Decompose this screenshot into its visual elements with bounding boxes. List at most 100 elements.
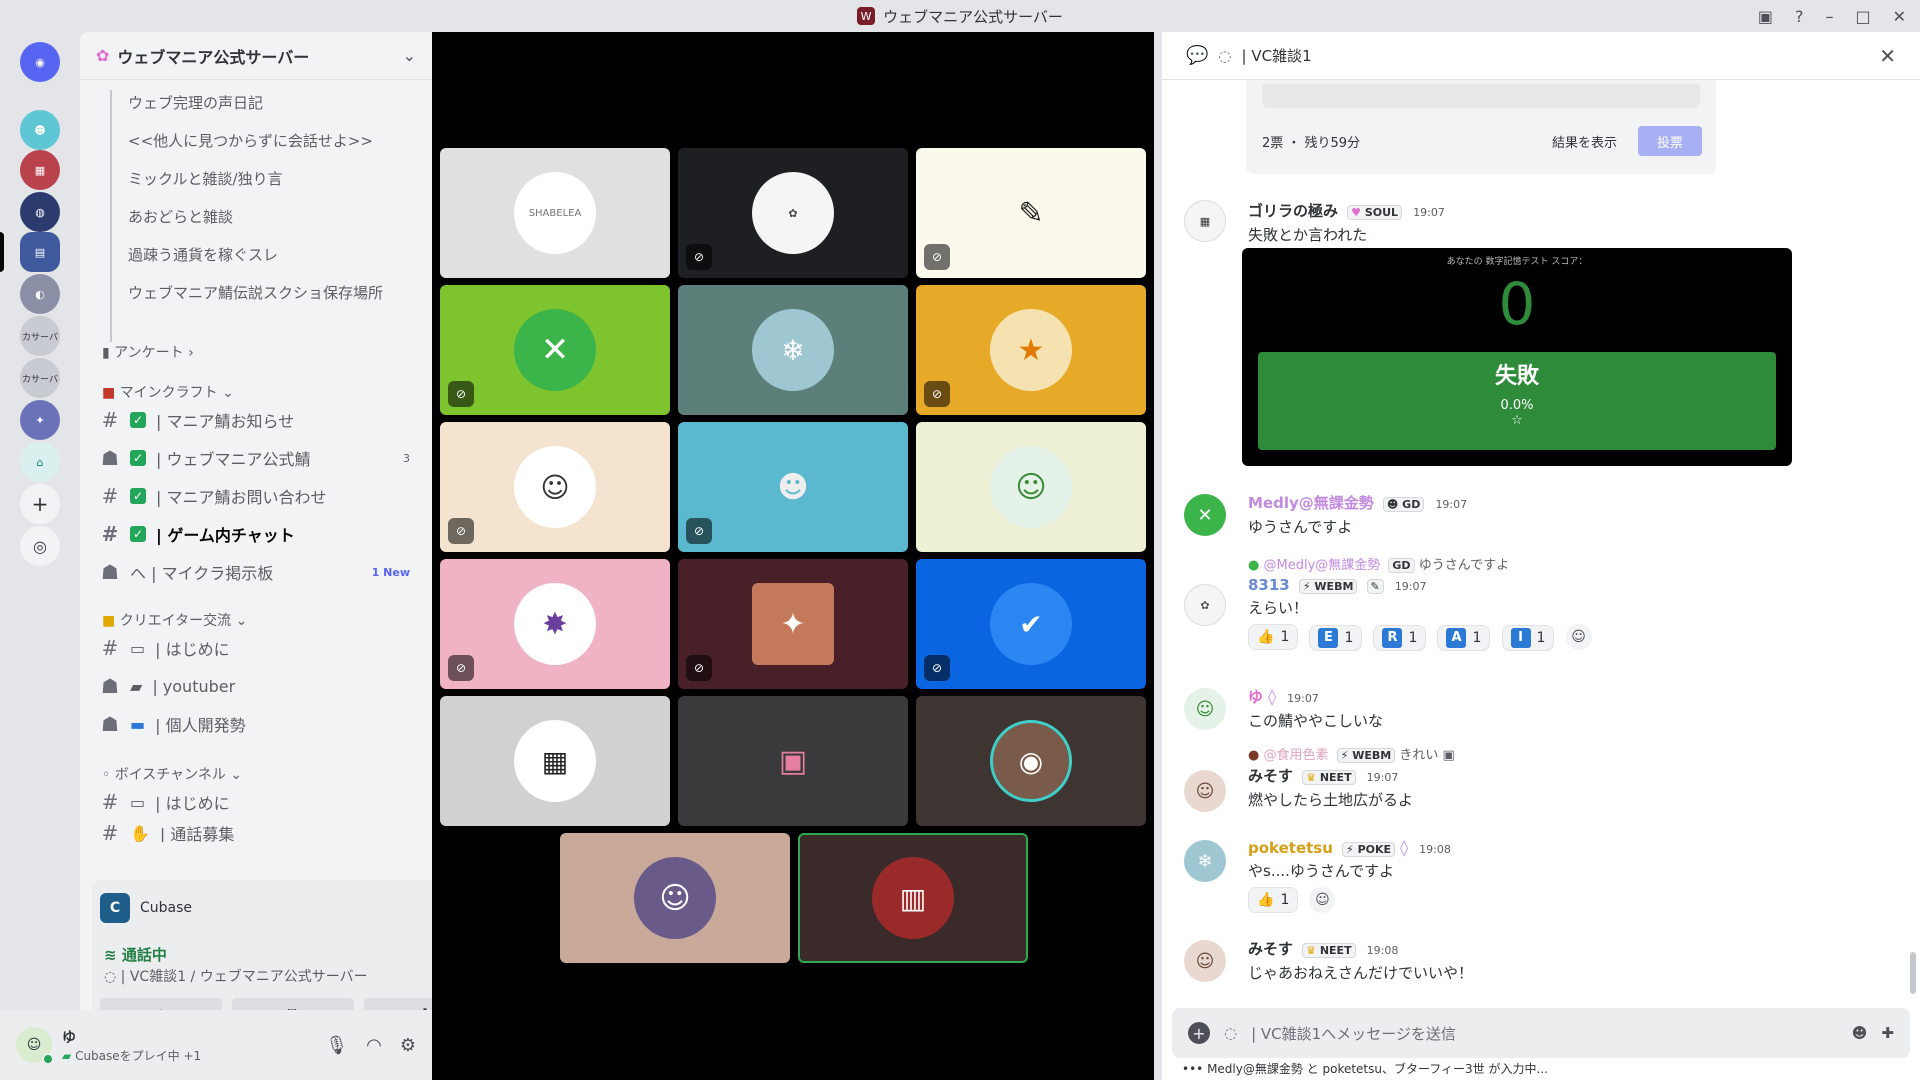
add-server-icon[interactable]: + bbox=[20, 484, 60, 524]
reaction-thumbs-up[interactable]: 👍 1 bbox=[1248, 887, 1299, 913]
reaction-letter-r[interactable]: R1 bbox=[1373, 624, 1427, 651]
author-name[interactable]: みそす bbox=[1248, 767, 1293, 785]
microphone-icon[interactable]: 🎙 bbox=[325, 1035, 348, 1056]
participant-tile[interactable]: ✸ ⊘ bbox=[440, 559, 670, 689]
gamepad-icon[interactable]: ✚ bbox=[1881, 1024, 1894, 1042]
avatar[interactable]: ☺ bbox=[1184, 770, 1226, 812]
server-icon[interactable]: ⌂ bbox=[20, 442, 60, 482]
server-icon[interactable]: ✦ bbox=[20, 400, 60, 440]
category-minecraft[interactable]: ■ マインクラフト ⌄ bbox=[102, 382, 234, 402]
reaction-count: 1 bbox=[1280, 892, 1290, 908]
participant-tile[interactable]: ✦ ⊘ bbox=[678, 559, 908, 689]
channel-vc-recruit[interactable]: # ✋ | 通話募集 bbox=[100, 824, 420, 842]
thread-item[interactable]: ウェブ完理の声日記 bbox=[128, 92, 263, 113]
participant-tile-speaking[interactable]: ▥ bbox=[798, 833, 1028, 963]
server-icon[interactable]: ◐ bbox=[20, 274, 60, 314]
author-name[interactable]: 8313 bbox=[1248, 576, 1290, 594]
add-attachment-icon[interactable]: + bbox=[1188, 1022, 1210, 1044]
channel-cr-youtuber[interactable]: ☗ ▰ | youtuber bbox=[100, 670, 420, 702]
chat-scrollbar[interactable] bbox=[1910, 952, 1916, 994]
reaction-letter-a[interactable]: A1 bbox=[1437, 624, 1491, 651]
message-composer[interactable]: + ◌ | VC雑談1へメッセージを送信 ☻ ✚ bbox=[1172, 1008, 1910, 1058]
thread-item[interactable]: 過疎う通貨を稼ぐスレ bbox=[128, 244, 278, 265]
participant-tile[interactable]: ❄ bbox=[678, 285, 908, 415]
thread-item[interactable]: ミックルと雑談/独り言 bbox=[128, 168, 283, 189]
server-icon[interactable]: カサーバ bbox=[20, 316, 60, 356]
avatar[interactable]: ❄ bbox=[1184, 840, 1226, 882]
avatar[interactable]: ☺ bbox=[1184, 940, 1226, 982]
participant-tile[interactable]: SHABELEA bbox=[440, 148, 670, 278]
channel-mc-ingame[interactable]: # ✓ | ゲーム内チャット bbox=[100, 518, 420, 550]
participant-tile[interactable]: ✔ ⊘ bbox=[916, 559, 1146, 689]
server-icon-active[interactable]: ▤ bbox=[20, 232, 60, 272]
author-name[interactable]: みそす bbox=[1248, 940, 1293, 958]
add-reaction-icon[interactable]: ☺ bbox=[1565, 624, 1592, 650]
category-survey[interactable]: ▮ アンケート › bbox=[102, 342, 194, 362]
reaction-letter-e[interactable]: E1 bbox=[1309, 624, 1363, 651]
inbox-icon[interactable]: ▣ bbox=[1758, 7, 1773, 26]
poll-option[interactable] bbox=[1262, 84, 1700, 108]
participant-tile[interactable]: ▣ bbox=[678, 696, 908, 826]
channel-cr-intro[interactable]: # ▭ | はじめに bbox=[100, 632, 420, 664]
voice-status[interactable]: ≋ 通話中 bbox=[104, 944, 167, 965]
participant-tile[interactable]: ★ ⊘ bbox=[916, 285, 1146, 415]
thread-item[interactable]: <<他人に見つからずに会話せよ>> bbox=[128, 130, 373, 151]
message-input[interactable]: | VC雑談1へメッセージを送信 bbox=[1251, 1023, 1838, 1044]
add-reaction-icon[interactable]: ☺ bbox=[1309, 887, 1336, 913]
vote-button[interactable]: 投票 bbox=[1638, 126, 1702, 156]
close-icon[interactable]: ✕ bbox=[1879, 44, 1896, 68]
discord-home-icon[interactable]: ◉ bbox=[20, 42, 60, 82]
avatar[interactable]: ▦ bbox=[1184, 200, 1226, 242]
chevron-down-icon[interactable]: ⌄ bbox=[403, 46, 416, 65]
server-icon[interactable]: カサーバ bbox=[20, 358, 60, 398]
avatar[interactable]: ✿ bbox=[1184, 584, 1226, 626]
avatar[interactable]: ☺ bbox=[16, 1027, 54, 1065]
participant-tile[interactable]: ☺ ⊘ bbox=[440, 422, 670, 552]
thread-item[interactable]: ウェブマニア鯖伝説スクショ保存場所 bbox=[128, 282, 383, 303]
reply-preview[interactable]: ● @食用色素 ⚡ WEBM きれい ▣ bbox=[1248, 744, 1904, 763]
participant-tile[interactable]: ✎ ⊘ bbox=[916, 148, 1146, 278]
author-name[interactable]: ゆ bbox=[1248, 688, 1263, 706]
thread-item[interactable]: あおどらと雑談 bbox=[128, 206, 233, 227]
channel-vc-intro[interactable]: # ▭ | はじめに bbox=[100, 786, 420, 818]
channel-mc-contact[interactable]: # ✓ | マニア鯖お問い合わせ bbox=[100, 480, 420, 512]
discover-icon[interactable]: ◎ bbox=[20, 526, 60, 566]
category-voice[interactable]: ◦ ボイスチャンネル ⌄ bbox=[102, 764, 242, 784]
author-name[interactable]: poketetsu bbox=[1248, 839, 1333, 857]
avatar[interactable]: ☺ bbox=[1184, 688, 1226, 730]
server-icon[interactable]: ◍ bbox=[20, 192, 60, 232]
close-window-icon[interactable]: ✕ bbox=[1893, 7, 1906, 26]
channel-mc-official[interactable]: ☗ ✓ | ウェブマニア公式鯖 3 bbox=[100, 442, 420, 474]
headphones-icon[interactable]: ◠ bbox=[366, 1035, 382, 1056]
avatar[interactable]: ✕ bbox=[1184, 494, 1226, 536]
author-name[interactable]: ゴリラの極み bbox=[1248, 202, 1338, 220]
guild-header[interactable]: ✿ ウェブマニア公式サーバー ⌄ bbox=[80, 32, 432, 80]
reply-preview[interactable]: ● @Medly@無課金勢 GD ゆうさんですよ bbox=[1248, 554, 1904, 573]
participant-tile[interactable]: ◉ bbox=[916, 696, 1146, 826]
participant-tile[interactable]: ☺ bbox=[560, 833, 790, 963]
score-embed[interactable]: あなたの 数字記憶テスト スコア： 0 失敗 0.0% ☆ bbox=[1242, 248, 1792, 466]
show-results-link[interactable]: 結果を表示 bbox=[1552, 132, 1617, 151]
maximize-icon[interactable]: □ bbox=[1855, 7, 1870, 26]
sticker-icon[interactable]: ☻ bbox=[1852, 1024, 1868, 1042]
server-icon[interactable]: ☻ bbox=[20, 110, 60, 150]
server-icon[interactable]: ▦ bbox=[20, 150, 60, 190]
minimize-icon[interactable]: – bbox=[1825, 7, 1833, 26]
participant-tile[interactable]: ☺ bbox=[916, 422, 1146, 552]
voice-channel-info[interactable]: ◌ | VC雑談1 / ウェブマニア公式サーバー bbox=[104, 966, 368, 986]
participant-tile[interactable]: ✕ ⊘ bbox=[440, 285, 670, 415]
participant-tile[interactable]: ☻ ⊘ bbox=[678, 422, 908, 552]
help-icon[interactable]: ? bbox=[1795, 7, 1804, 26]
channel-mc-news[interactable]: # ✓ | マニア鯖お知らせ bbox=[100, 404, 420, 436]
user-info[interactable]: ゆ ▰ Cubaseをプレイ中 +1 bbox=[62, 1027, 201, 1064]
participant-tile[interactable]: ✿ ⊘ bbox=[678, 148, 908, 278]
author-name[interactable]: Medly@無課金勢 bbox=[1248, 494, 1374, 512]
channel-cr-dev[interactable]: ☗ ▬ | 個人開発勢 bbox=[100, 708, 420, 740]
embed-fail-label: 失敗 bbox=[1494, 364, 1539, 389]
reaction-thumbs-up[interactable]: 👍 1 bbox=[1248, 624, 1299, 650]
reaction-letter-i[interactable]: I1 bbox=[1501, 624, 1555, 651]
settings-gear-icon[interactable]: ⚙ bbox=[400, 1035, 416, 1056]
participant-tile[interactable]: ▦ bbox=[440, 696, 670, 826]
channel-mc-board[interactable]: ☗ ヘ | マイクラ掲示板 1 New bbox=[100, 556, 420, 588]
category-creator[interactable]: ■ クリエイター交流 ⌄ bbox=[102, 610, 247, 630]
